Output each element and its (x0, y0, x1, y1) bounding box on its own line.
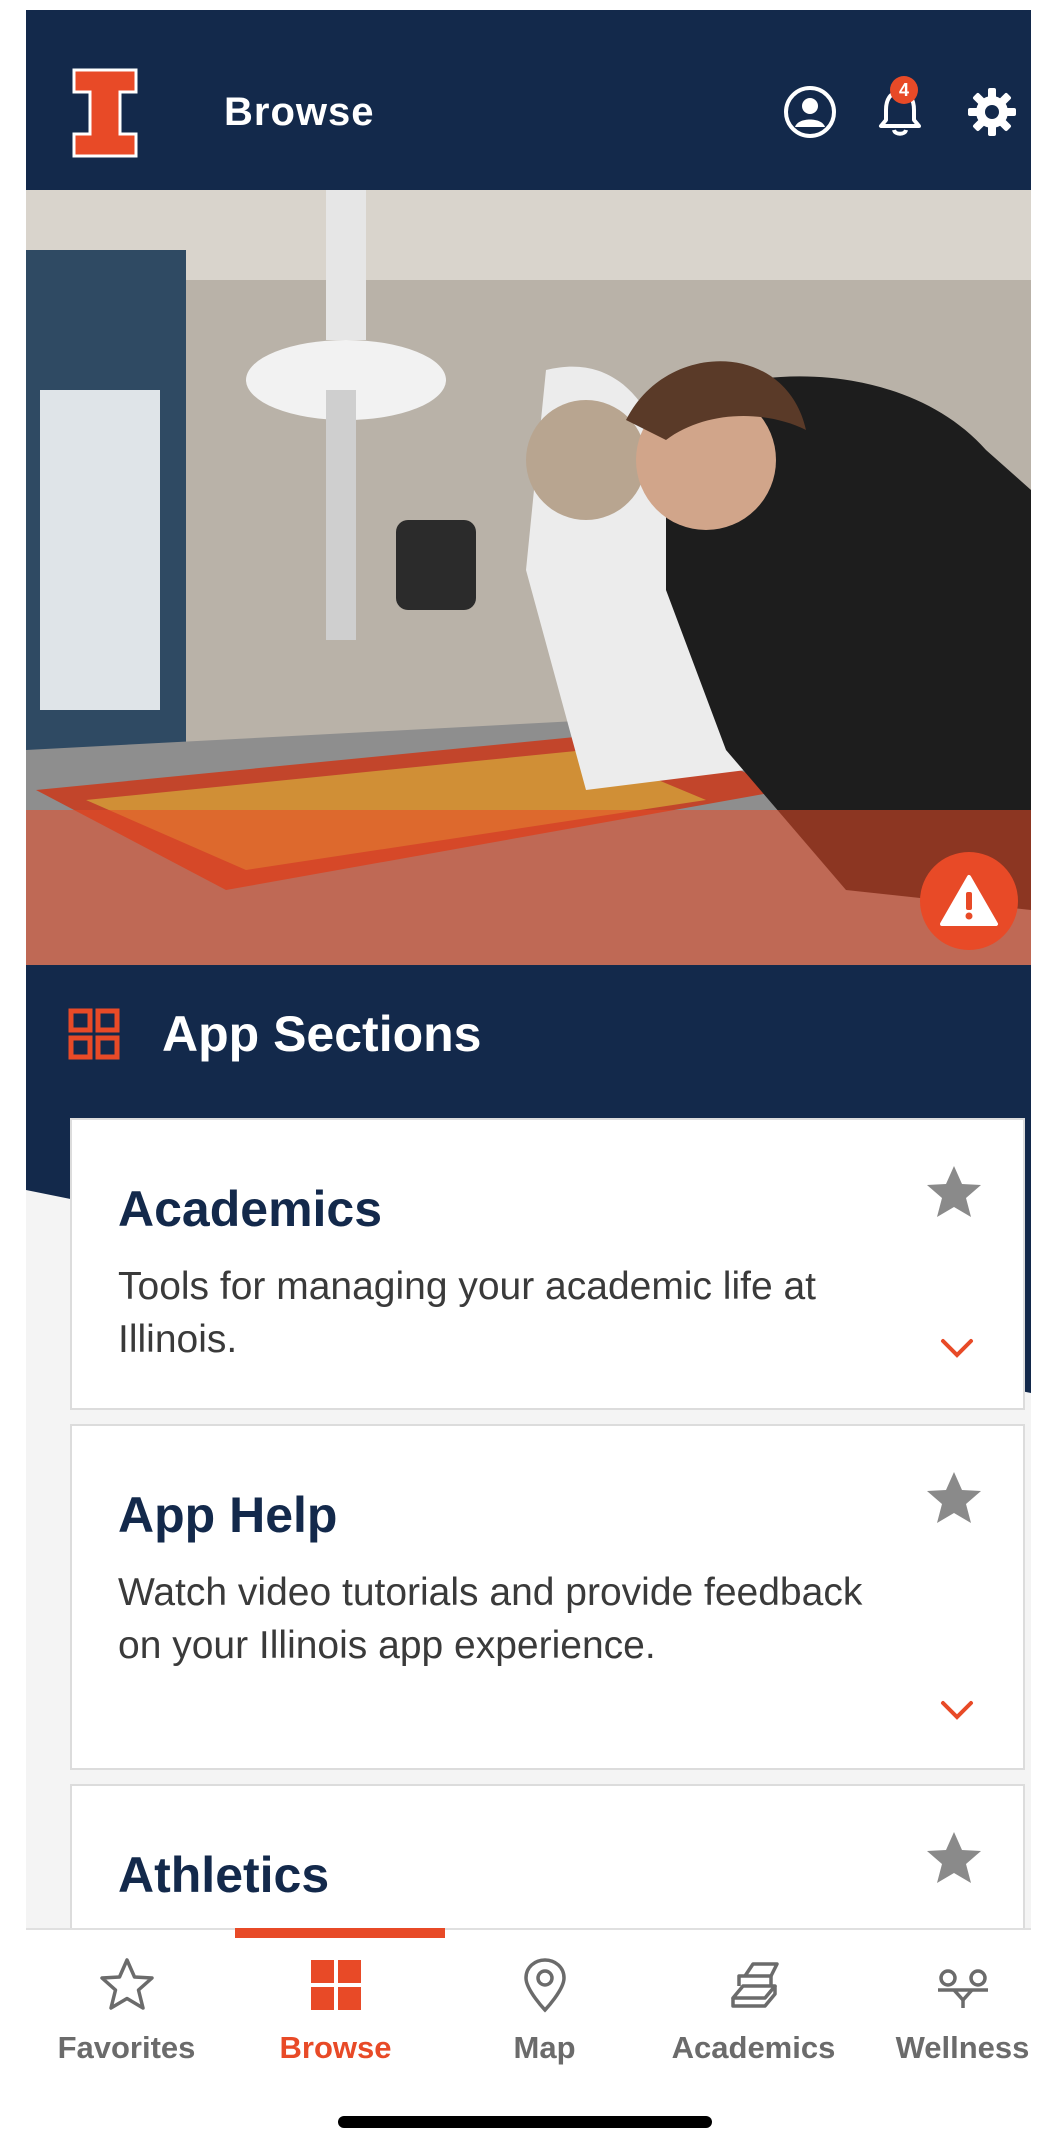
app-sections-header: App Sections (26, 965, 1031, 1103)
card-title: App Help (118, 1487, 338, 1543)
grid-icon (311, 1960, 361, 2010)
illinois-logo[interactable] (72, 68, 138, 158)
nav-browse[interactable]: Browse (235, 1930, 436, 2070)
nav-label: Browse (279, 2030, 392, 2065)
hero-image (26, 190, 1031, 965)
nav-label: Academics (671, 2030, 836, 2065)
nav-map[interactable]: Map (444, 1930, 645, 2070)
warning-icon (940, 875, 998, 926)
card-description: Tools for managing your academic life at… (118, 1265, 817, 1361)
nav-label: Map (513, 2030, 576, 2065)
section-card-app-help[interactable]: App Help Watch video tutorials and provi… (70, 1424, 1025, 1770)
gear-icon[interactable] (964, 84, 1020, 140)
nav-label: Favorites (57, 2030, 196, 2065)
wellness-icon (938, 1969, 988, 2008)
star-outline-icon (100, 1958, 154, 2010)
notification-badge: 4 (890, 76, 918, 104)
card-title: Academics (118, 1181, 383, 1237)
nav-wellness[interactable]: Wellness (862, 1930, 1031, 2070)
emergency-alert-button[interactable] (920, 852, 1018, 950)
card-description: Watch video tutorials and provide feedba… (118, 1571, 863, 1667)
app-screen: Browse 4 App Sections Academics Tools fo… (26, 10, 1031, 2137)
book-stack-icon (731, 1962, 779, 2008)
chevron-down-icon[interactable] (939, 1336, 975, 1360)
bottom-navigation: Favorites Browse Map Academics Wellness (26, 1928, 1031, 2137)
nav-label: Wellness (895, 2030, 1030, 2065)
favorite-star-icon[interactable] (925, 1164, 983, 1220)
section-title: App Sections (162, 1006, 482, 1062)
lab-photo (26, 190, 1031, 965)
card-title: Athletics (118, 1847, 330, 1903)
profile-icon[interactable] (782, 84, 838, 140)
favorite-star-icon[interactable] (925, 1470, 983, 1526)
home-indicator (338, 2116, 712, 2128)
chevron-down-icon[interactable] (939, 1698, 975, 1722)
section-card-academics[interactable]: Academics Tools for managing your academ… (70, 1118, 1025, 1410)
nav-favorites[interactable]: Favorites (26, 1930, 227, 2070)
favorite-star-icon[interactable] (925, 1830, 983, 1886)
page-title: Browse (224, 90, 375, 134)
nav-academics[interactable]: Academics (653, 1930, 854, 2070)
map-pin-icon (524, 1958, 566, 2013)
grid-icon (68, 1008, 120, 1060)
top-header: Browse 4 (26, 10, 1031, 190)
